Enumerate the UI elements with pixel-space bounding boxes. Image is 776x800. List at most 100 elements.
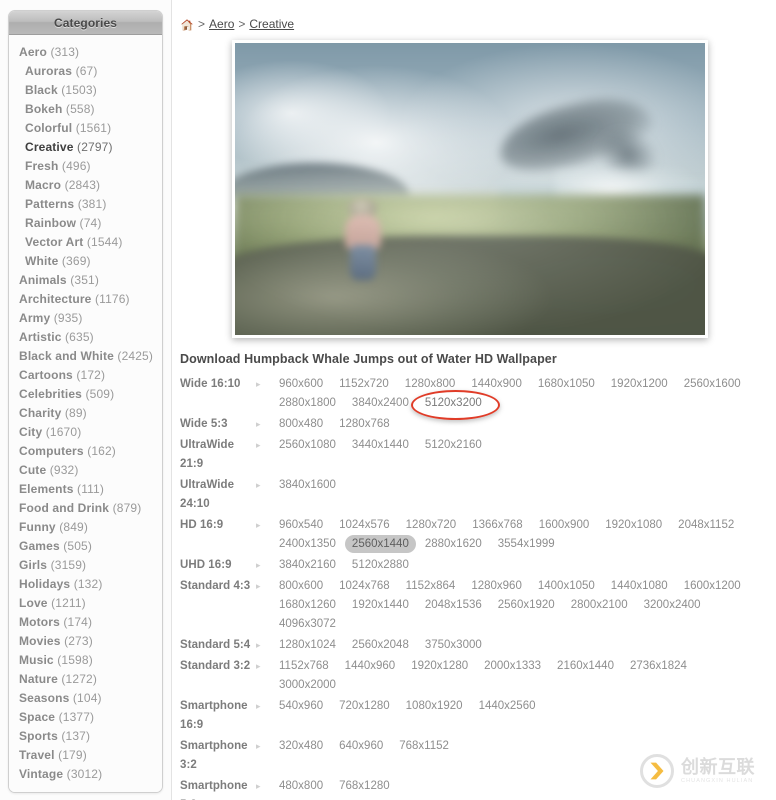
resolution-link[interactable]: 1680x1050 xyxy=(531,375,602,393)
resolution-link[interactable]: 1600x1200 xyxy=(677,577,748,595)
resolution-link[interactable]: 3440x1440 xyxy=(345,436,416,454)
resolution-link[interactable]: 3750x3000 xyxy=(418,636,489,654)
resolution-link[interactable]: 1400x1050 xyxy=(531,577,602,595)
sidebar-item-games[interactable]: Games (505) xyxy=(9,537,162,556)
resolution-link[interactable]: 2560x2048 xyxy=(345,636,416,654)
wallpaper-preview-image[interactable] xyxy=(235,43,705,335)
resolution-link[interactable]: 3554x1999 xyxy=(491,535,562,553)
resolution-link[interactable]: 2400x1350 xyxy=(272,535,343,553)
resolution-link[interactable]: 1080x1920 xyxy=(399,697,470,715)
resolution-link[interactable]: 2560x1920 xyxy=(491,596,562,614)
sidebar-item-love[interactable]: Love (1211) xyxy=(9,594,162,613)
resolution-link[interactable]: 720x1280 xyxy=(332,697,397,715)
breadcrumb-link-aero[interactable]: Aero xyxy=(209,17,234,31)
resolution-link[interactable]: 1152x864 xyxy=(399,577,463,595)
resolution-link[interactable]: 5120x2160 xyxy=(418,436,489,454)
home-icon[interactable] xyxy=(180,18,194,32)
sidebar-item-army[interactable]: Army (935) xyxy=(9,309,162,328)
resolution-link[interactable]: 768x1152 xyxy=(392,737,456,755)
resolution-link[interactable]: 5120x3200 xyxy=(410,390,500,420)
resolution-link[interactable]: 320x480 xyxy=(272,737,330,755)
resolution-link[interactable]: 1280x1024 xyxy=(272,636,343,654)
sidebar-item-bokeh[interactable]: Bokeh (558) xyxy=(9,100,162,119)
sidebar-item-patterns[interactable]: Patterns (381) xyxy=(9,195,162,214)
resolution-link[interactable]: 2560x1440 xyxy=(344,535,416,553)
sidebar-item-music[interactable]: Music (1598) xyxy=(9,651,162,670)
sidebar-item-sports[interactable]: Sports (137) xyxy=(9,727,162,746)
sidebar-item-elements[interactable]: Elements (111) xyxy=(9,480,162,499)
resolution-link[interactable]: 1920x1440 xyxy=(345,596,416,614)
resolution-link[interactable]: 5120x2880 xyxy=(345,556,416,574)
resolution-link[interactable]: 1280x768 xyxy=(332,415,397,433)
resolution-link[interactable]: 1920x1200 xyxy=(604,375,675,393)
resolution-link[interactable]: 1024x768 xyxy=(332,577,397,595)
resolution-link[interactable]: 4096x3072 xyxy=(272,615,343,633)
resolution-link[interactable]: 1440x960 xyxy=(338,657,403,675)
sidebar-item-nature[interactable]: Nature (1272) xyxy=(9,670,162,689)
resolution-link[interactable]: 960x540 xyxy=(272,516,330,534)
resolution-link[interactable]: 2560x1080 xyxy=(272,436,343,454)
sidebar-item-architecture[interactable]: Architecture (1176) xyxy=(9,290,162,309)
resolution-link[interactable]: 1440x2560 xyxy=(472,697,543,715)
resolution-link[interactable]: 1680x1260 xyxy=(272,596,343,614)
sidebar-item-food-and-drink[interactable]: Food and Drink (879) xyxy=(9,499,162,518)
sidebar-item-computers[interactable]: Computers (162) xyxy=(9,442,162,461)
sidebar-item-artistic[interactable]: Artistic (635) xyxy=(9,328,162,347)
resolution-link[interactable]: 1280x960 xyxy=(464,577,529,595)
resolution-link[interactable]: 1280x720 xyxy=(399,516,464,534)
sidebar-item-charity[interactable]: Charity (89) xyxy=(9,404,162,423)
sidebar-item-funny[interactable]: Funny (849) xyxy=(9,518,162,537)
resolution-link[interactable]: 3000x2000 xyxy=(272,676,343,694)
resolution-link[interactable]: 1920x1280 xyxy=(404,657,475,675)
sidebar-item-black[interactable]: Black (1503) xyxy=(9,81,162,100)
sidebar-item-holidays[interactable]: Holidays (132) xyxy=(9,575,162,594)
resolution-link[interactable]: 1152x720 xyxy=(332,375,396,393)
resolution-link[interactable]: 2800x2100 xyxy=(564,596,635,614)
resolution-link[interactable]: 3200x2400 xyxy=(637,596,708,614)
resolution-link[interactable]: 2048x1536 xyxy=(418,596,489,614)
sidebar-item-black-and-white[interactable]: Black and White (2425) xyxy=(9,347,162,366)
sidebar-item-fresh[interactable]: Fresh (496) xyxy=(9,157,162,176)
sidebar-item-cartoons[interactable]: Cartoons (172) xyxy=(9,366,162,385)
resolution-link[interactable]: 640x960 xyxy=(332,737,390,755)
resolution-link[interactable]: 3840x1600 xyxy=(272,476,343,494)
sidebar-item-celebrities[interactable]: Celebrities (509) xyxy=(9,385,162,404)
resolution-link[interactable]: 2736x1824 xyxy=(623,657,694,675)
resolution-link[interactable]: 960x600 xyxy=(272,375,330,393)
resolution-link[interactable]: 1440x1080 xyxy=(604,577,675,595)
resolution-link[interactable]: 2160x1440 xyxy=(550,657,621,675)
sidebar-item-rainbow[interactable]: Rainbow (74) xyxy=(9,214,162,233)
sidebar-item-cute[interactable]: Cute (932) xyxy=(9,461,162,480)
resolution-link[interactable]: 1280x800 xyxy=(398,375,463,393)
resolution-link[interactable]: 2560x1600 xyxy=(677,375,748,393)
sidebar-item-girls[interactable]: Girls (3159) xyxy=(9,556,162,575)
sidebar-item-seasons[interactable]: Seasons (104) xyxy=(9,689,162,708)
resolution-link[interactable]: 3840x2160 xyxy=(272,556,343,574)
resolution-link[interactable]: 800x480 xyxy=(272,415,330,433)
resolution-link[interactable]: 480x800 xyxy=(272,777,330,795)
wallpaper-preview-frame[interactable] xyxy=(232,40,708,338)
sidebar-item-vintage[interactable]: Vintage (3012) xyxy=(9,765,162,784)
sidebar-item-colorful[interactable]: Colorful (1561) xyxy=(9,119,162,138)
sidebar-item-auroras[interactable]: Auroras (67) xyxy=(9,62,162,81)
sidebar-item-travel[interactable]: Travel (179) xyxy=(9,746,162,765)
resolution-link[interactable]: 800x600 xyxy=(272,577,330,595)
sidebar-item-vector-art[interactable]: Vector Art (1544) xyxy=(9,233,162,252)
sidebar-item-white[interactable]: White (369) xyxy=(9,252,162,271)
sidebar-item-animals[interactable]: Animals (351) xyxy=(9,271,162,290)
sidebar-item-aero[interactable]: Aero (313) xyxy=(9,43,162,62)
sidebar-item-motors[interactable]: Motors (174) xyxy=(9,613,162,632)
sidebar-item-macro[interactable]: Macro (2843) xyxy=(9,176,162,195)
sidebar-item-movies[interactable]: Movies (273) xyxy=(9,632,162,651)
resolution-link[interactable]: 1600x900 xyxy=(532,516,597,534)
resolution-link[interactable]: 1366x768 xyxy=(465,516,530,534)
resolution-link[interactable]: 2880x1800 xyxy=(272,394,343,412)
resolution-link[interactable]: 768x1280 xyxy=(332,777,397,795)
resolution-link[interactable]: 1440x900 xyxy=(464,375,529,393)
sidebar-item-creative[interactable]: Creative (2797) xyxy=(9,138,162,157)
resolution-link[interactable]: 2880x1620 xyxy=(418,535,489,553)
resolution-link[interactable]: 2048x1152 xyxy=(671,516,741,534)
resolution-link[interactable]: 1920x1080 xyxy=(598,516,669,534)
resolution-link[interactable]: 2000x1333 xyxy=(477,657,548,675)
breadcrumb-link-creative[interactable]: Creative xyxy=(249,17,294,31)
